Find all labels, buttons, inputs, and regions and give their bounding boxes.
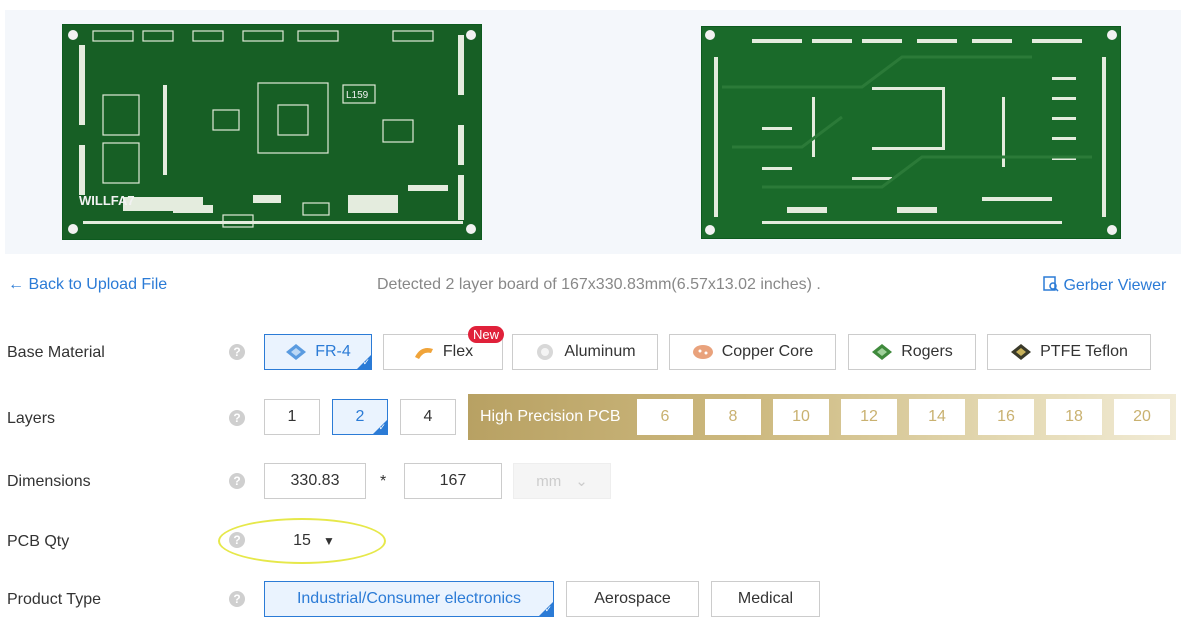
- new-badge: New: [468, 326, 505, 343]
- material-option-label: Rogers: [901, 343, 953, 360]
- material-option-copper-core[interactable]: Copper Core: [669, 334, 836, 370]
- product-type-help-icon[interactable]: ?: [229, 591, 245, 607]
- layer-option-4[interactable]: 4: [400, 399, 456, 435]
- layer-option-label: 2: [355, 408, 365, 425]
- material-option-ptfe-teflon[interactable]: PTFE Teflon: [987, 334, 1151, 370]
- pcb-bottom-graphic: [705, 30, 1117, 235]
- dimension-separator: *: [380, 473, 387, 490]
- pcb-silk-text: WILLFA7: [79, 193, 135, 208]
- check-icon: ✓: [362, 357, 370, 367]
- pcb-top-layer-image: WILLFA7 L159: [62, 24, 482, 240]
- check-icon: ✓: [378, 422, 386, 432]
- material-option-fr4[interactable]: FR-4 ✓: [264, 334, 372, 370]
- layers-label: Layers: [7, 410, 56, 427]
- chevron-down-icon: ⌄: [575, 473, 588, 490]
- arrow-left-icon: ←: [8, 276, 24, 293]
- dimensions-label: Dimensions: [7, 473, 91, 490]
- rogers-icon: [872, 344, 893, 360]
- pcb-bottom-layer-image: [701, 26, 1121, 239]
- dimension-unit-value: mm: [536, 472, 562, 490]
- layer-option-10[interactable]: 10: [773, 399, 829, 435]
- pcb-top-graphic: WILLFA7 L159: [68, 30, 476, 234]
- layer-option-18[interactable]: 18: [1046, 399, 1102, 435]
- layer-option-2[interactable]: 2 ✓: [332, 399, 388, 435]
- layer-option-12[interactable]: 12: [841, 399, 897, 435]
- high-precision-pcb-panel: High Precision PCB 6 8 10 12 14 16 18 20: [468, 394, 1176, 440]
- dimension-width-input[interactable]: 167: [404, 463, 502, 499]
- aluminum-icon: [537, 344, 554, 360]
- layer-option-1[interactable]: 1: [264, 399, 320, 435]
- layer-option-6[interactable]: 6: [637, 399, 693, 435]
- product-type-medical[interactable]: Medical: [711, 581, 820, 617]
- layer-option-8[interactable]: 8: [705, 399, 761, 435]
- high-precision-pcb-label: High Precision PCB: [480, 408, 621, 425]
- material-option-label: Aluminum: [564, 343, 636, 360]
- material-option-label: Copper Core: [721, 343, 814, 360]
- flex-icon: [414, 348, 433, 359]
- material-option-label: Flex: [442, 343, 474, 360]
- material-option-label: FR-4: [315, 343, 351, 360]
- layer-option-20[interactable]: 20: [1114, 399, 1170, 435]
- material-option-rogers[interactable]: Rogers: [848, 334, 976, 370]
- base-material-help-icon[interactable]: ?: [229, 344, 245, 360]
- highlight-annotation: [218, 518, 386, 564]
- gerber-viewer-link[interactable]: Gerber Viewer: [1043, 276, 1166, 295]
- copper-core-icon: [692, 345, 713, 359]
- product-type-aerospace[interactable]: Aerospace: [566, 581, 699, 617]
- material-option-aluminum[interactable]: Aluminum: [512, 334, 658, 370]
- back-to-upload-link[interactable]: ← Back to Upload File: [8, 276, 167, 294]
- check-icon: ✓: [544, 604, 552, 614]
- dimension-length-input[interactable]: 330.83: [264, 463, 366, 499]
- gerber-viewer-icon: [1043, 276, 1059, 292]
- fr4-icon: [286, 344, 307, 360]
- layer-option-14[interactable]: 14: [909, 399, 965, 435]
- material-option-label: PTFE Teflon: [1040, 343, 1128, 360]
- product-type-option-label: Industrial/Consumer electronics: [296, 590, 522, 607]
- detected-board-info: Detected 2 layer board of 167x330.83mm(6…: [377, 276, 821, 293]
- dimensions-help-icon[interactable]: ?: [229, 473, 245, 489]
- pcb-qty-label: PCB Qty: [7, 533, 70, 550]
- product-type-industrial-consumer[interactable]: Industrial/Consumer electronics ✓: [264, 581, 554, 617]
- back-to-upload-label: Back to Upload File: [28, 276, 168, 293]
- dimension-unit-select[interactable]: mm ⌄: [513, 463, 611, 499]
- product-type-label: Product Type: [7, 591, 101, 608]
- base-material-label: Base Material: [7, 344, 105, 361]
- layers-help-icon[interactable]: ?: [229, 410, 245, 426]
- layer-option-16[interactable]: 16: [978, 399, 1034, 435]
- pcb-chip-label: L159: [346, 90, 369, 101]
- ptfe-teflon-icon: [1011, 344, 1032, 360]
- gerber-viewer-label: Gerber Viewer: [1063, 277, 1167, 294]
